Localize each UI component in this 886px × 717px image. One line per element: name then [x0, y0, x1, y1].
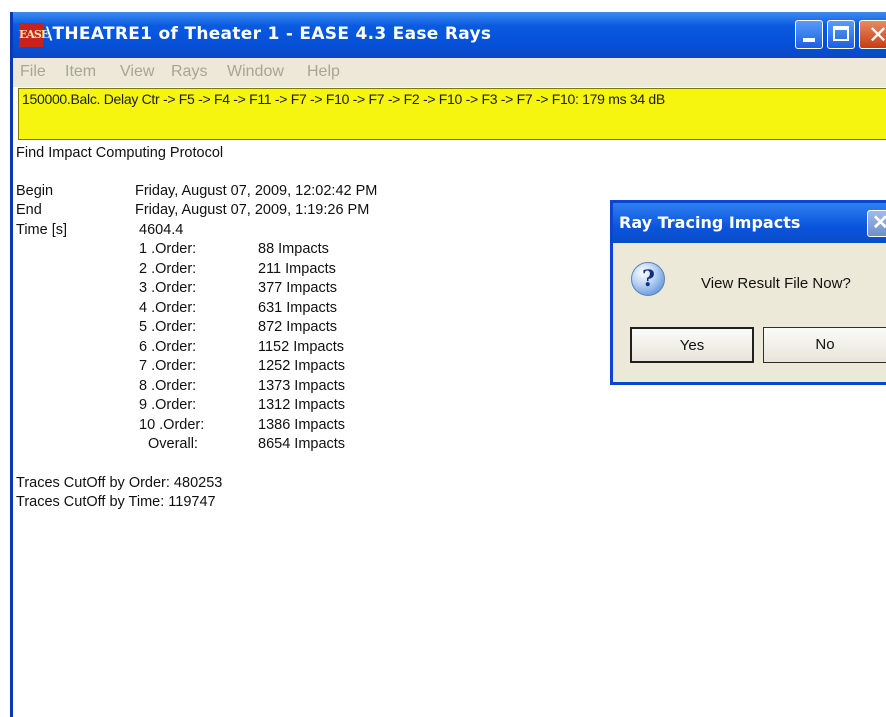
cutoff-order-text: Traces CutOff by Order: 480253	[16, 475, 223, 491]
overall-value: 8654 Impacts	[258, 436, 346, 452]
ray-path-status-bar: 150000.Balc. Delay Ctr -> F5 -> F4 -> F1…	[18, 88, 886, 140]
menu-help[interactable]: Help	[307, 63, 340, 81]
protocol-heading: Find Impact Computing Protocol	[16, 145, 224, 161]
order-label: 3 .Order:	[139, 280, 197, 296]
order-label: 1 .Order:	[139, 241, 197, 257]
ray-tracing-impacts-dialog: Ray Tracing Impacts ✕ ? View Result File…	[610, 200, 886, 385]
close-icon: ✕	[868, 22, 886, 48]
begin-label: Begin	[16, 183, 54, 199]
dialog-close-button[interactable]: ✕	[867, 210, 886, 237]
menu-view[interactable]: View	[120, 63, 154, 81]
order-label: 10 .Order:	[139, 417, 205, 433]
menu-file[interactable]: File	[20, 63, 46, 81]
dialog-title: Ray Tracing Impacts	[619, 213, 801, 232]
no-button[interactable]: No	[763, 327, 886, 363]
order-value: 1373 Impacts	[258, 378, 346, 394]
order-value: 872 Impacts	[258, 319, 337, 335]
question-icon: ?	[631, 262, 665, 296]
end-label: End	[16, 202, 42, 218]
order-value: 1312 Impacts	[258, 397, 346, 413]
menu-window[interactable]: Window	[227, 63, 284, 81]
maximize-icon	[833, 26, 849, 41]
time-label: Time [s]	[16, 222, 68, 238]
order-label: 8 .Order:	[139, 378, 197, 394]
begin-value: Friday, August 07, 2009, 12:02:42 PM	[135, 183, 378, 199]
order-value: 88 Impacts	[258, 241, 329, 257]
maximize-button[interactable]	[827, 20, 855, 49]
order-value: 377 Impacts	[258, 280, 337, 296]
close-button[interactable]: ✕	[859, 20, 886, 49]
menu-bar: File Item View Rays Window Help	[13, 58, 886, 87]
minimize-button[interactable]	[795, 20, 823, 49]
title-bar[interactable]: EASE \THEATRE1 of Theater 1 - EASE 4.3 E…	[13, 12, 886, 58]
yes-button[interactable]: Yes	[630, 327, 754, 363]
order-label: 9 .Order:	[139, 397, 197, 413]
menu-rays[interactable]: Rays	[171, 63, 207, 81]
cutoff-time-text: Traces CutOff by Time: 119747	[16, 494, 216, 510]
close-icon: ✕	[872, 212, 886, 234]
order-label: 6 .Order:	[139, 339, 197, 355]
ease-app-icon[interactable]: EASE	[19, 23, 49, 47]
order-label: 4 .Order:	[139, 300, 197, 316]
order-value: 1252 Impacts	[258, 358, 346, 374]
order-value: 631 Impacts	[258, 300, 337, 316]
order-value: 211 Impacts	[258, 261, 336, 277]
order-label: 7 .Order:	[139, 358, 197, 374]
dialog-title-bar[interactable]: Ray Tracing Impacts ✕	[613, 203, 886, 243]
time-value: 4604.4	[139, 222, 184, 238]
dialog-message: View Result File Now?	[701, 275, 851, 292]
order-value: 1152 Impacts	[258, 339, 344, 355]
ray-path-text: 150000.Balc. Delay Ctr -> F5 -> F4 -> F1…	[22, 91, 665, 107]
order-label: 5 .Order:	[139, 319, 197, 335]
overall-label: Overall:	[148, 436, 198, 452]
end-value: Friday, August 07, 2009, 1:19:26 PM	[135, 202, 370, 218]
order-value: 1386 Impacts	[258, 417, 346, 433]
menu-item[interactable]: Item	[65, 63, 96, 81]
window-title: \THEATRE1 of Theater 1 - EASE 4.3 Ease R…	[46, 24, 492, 44]
order-label: 2 .Order:	[139, 261, 197, 277]
minimize-icon	[803, 38, 815, 42]
